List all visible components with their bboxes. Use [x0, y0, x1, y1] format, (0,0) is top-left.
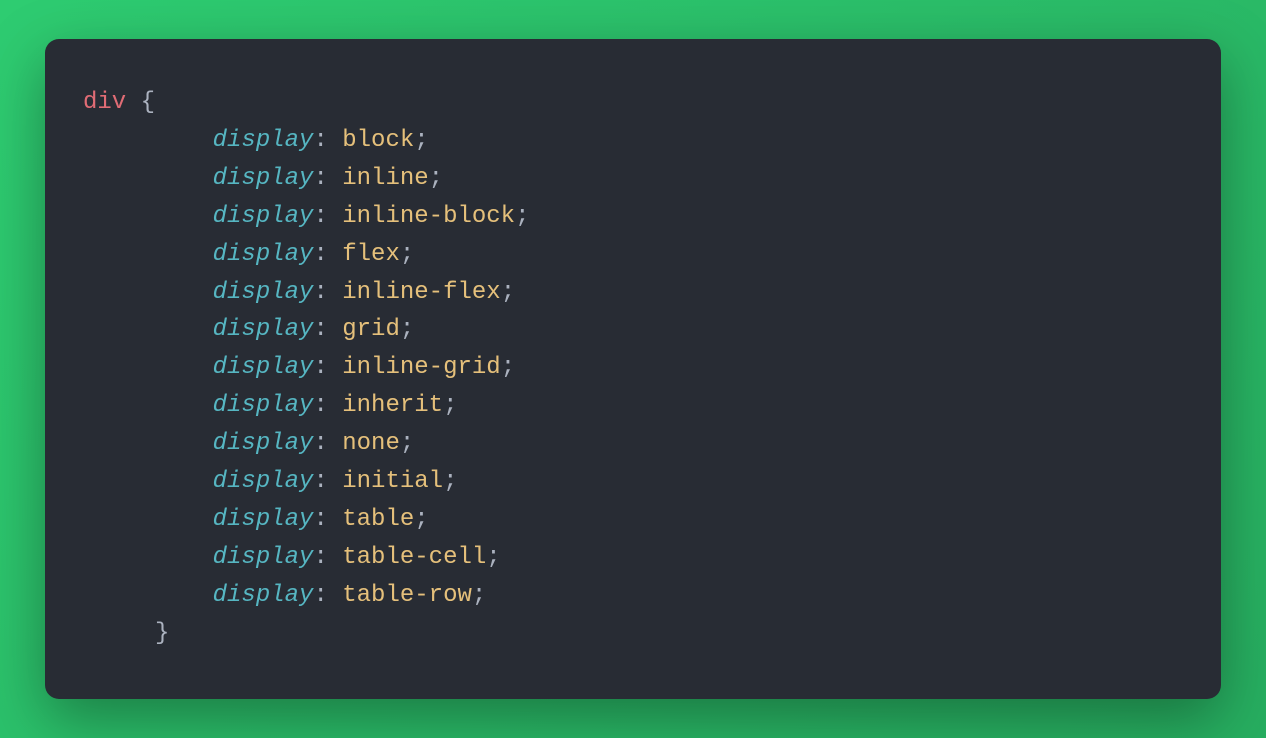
code-line-selector: div { — [83, 84, 1183, 122]
css-property: display — [213, 203, 314, 230]
semicolon: ; — [486, 544, 500, 571]
semicolon: ; — [443, 392, 457, 419]
colon: : — [313, 392, 327, 419]
colon: : — [313, 544, 327, 571]
colon: : — [313, 430, 327, 457]
css-value: inline-grid — [342, 354, 500, 381]
semicolon: ; — [400, 316, 414, 343]
semicolon: ; — [501, 279, 515, 306]
colon: : — [313, 354, 327, 381]
css-value: table-cell — [342, 544, 486, 571]
css-value: none — [342, 430, 400, 457]
css-selector: div — [83, 89, 126, 116]
semicolon: ; — [515, 203, 529, 230]
css-property: display — [213, 127, 314, 154]
code-panel: div {display: block;display: inline;disp… — [45, 39, 1221, 699]
css-property: display — [213, 582, 314, 609]
semicolon: ; — [414, 127, 428, 154]
semicolon: ; — [414, 506, 428, 533]
css-value: inherit — [342, 392, 443, 419]
css-property: display — [213, 544, 314, 571]
colon: : — [313, 506, 327, 533]
css-declaration: display: grid; — [83, 311, 1183, 349]
semicolon: ; — [501, 354, 515, 381]
colon: : — [313, 127, 327, 154]
colon: : — [313, 582, 327, 609]
css-declaration: display: inline-block; — [83, 198, 1183, 236]
css-declaration: display: inline-grid; — [83, 349, 1183, 387]
css-property: display — [213, 279, 314, 306]
css-value: block — [342, 127, 414, 154]
css-property: display — [213, 506, 314, 533]
css-declaration: display: inherit; — [83, 387, 1183, 425]
css-property: display — [213, 165, 314, 192]
colon: : — [313, 203, 327, 230]
css-value: inline — [342, 165, 428, 192]
colon: : — [313, 316, 327, 343]
semicolon: ; — [400, 430, 414, 457]
css-value: grid — [342, 316, 400, 343]
css-property: display — [213, 354, 314, 381]
css-declaration: display: initial; — [83, 463, 1183, 501]
css-declaration: display: flex; — [83, 236, 1183, 274]
code-line-close: } — [83, 615, 1183, 653]
colon: : — [313, 165, 327, 192]
css-property: display — [213, 316, 314, 343]
css-declaration: display: inline-flex; — [83, 274, 1183, 312]
css-declaration: display: none; — [83, 425, 1183, 463]
css-value: table-row — [342, 582, 472, 609]
css-value: inline-flex — [342, 279, 500, 306]
semicolon: ; — [472, 582, 486, 609]
css-property: display — [213, 430, 314, 457]
code-block: div {display: block;display: inline;disp… — [83, 84, 1183, 653]
css-declaration: display: table-cell; — [83, 539, 1183, 577]
colon: : — [313, 279, 327, 306]
close-brace: } — [155, 620, 169, 647]
semicolon: ; — [443, 468, 457, 495]
css-declaration: display: block; — [83, 122, 1183, 160]
semicolon: ; — [400, 241, 414, 268]
open-brace: { — [141, 89, 155, 116]
css-value: inline-block — [342, 203, 515, 230]
css-value: initial — [342, 468, 443, 495]
colon: : — [313, 241, 327, 268]
css-property: display — [213, 241, 314, 268]
css-declaration: display: table; — [83, 501, 1183, 539]
css-value: flex — [342, 241, 400, 268]
css-property: display — [213, 468, 314, 495]
css-declaration: display: table-row; — [83, 577, 1183, 615]
css-value: table — [342, 506, 414, 533]
css-property: display — [213, 392, 314, 419]
css-declaration: display: inline; — [83, 160, 1183, 198]
colon: : — [313, 468, 327, 495]
semicolon: ; — [429, 165, 443, 192]
